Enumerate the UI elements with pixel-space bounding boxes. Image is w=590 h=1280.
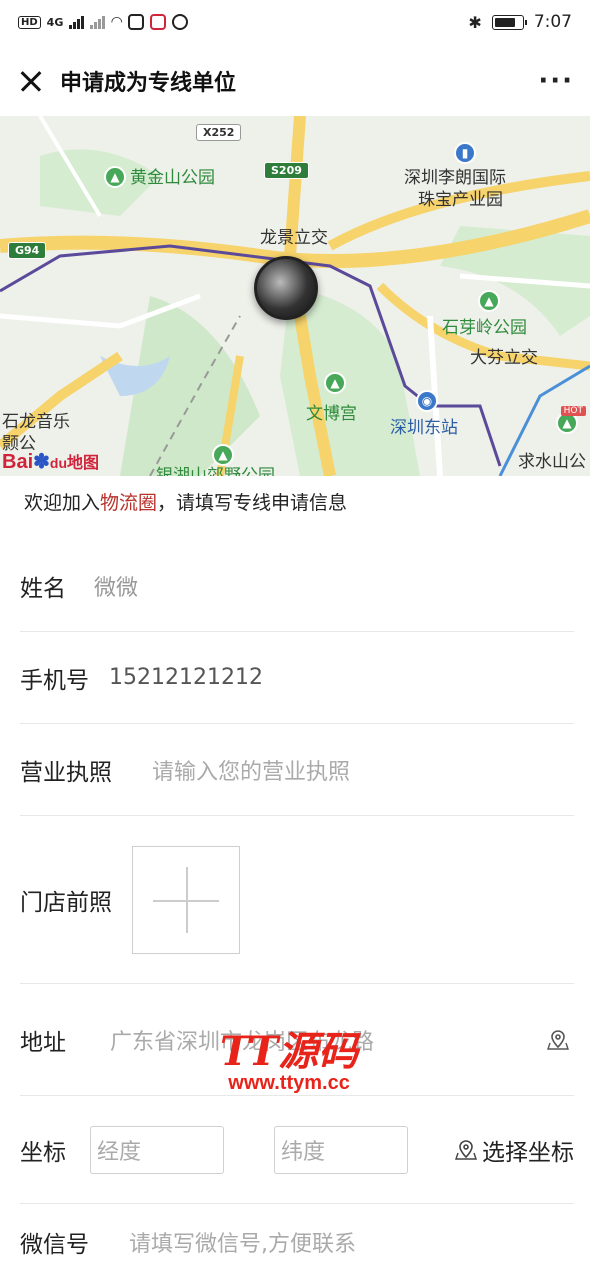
chat-notification-icon	[172, 14, 189, 30]
baidu-paw-icon: ✽	[33, 451, 50, 473]
phone-input[interactable]: 15212121212	[109, 665, 263, 690]
store-photo-row: 门店前照	[20, 816, 574, 984]
map-label-lilang-2: 珠宝产业园	[418, 190, 503, 210]
baidu-logo-du: du	[49, 455, 67, 471]
map-label-shenzhen-east: 深圳东站	[390, 418, 458, 438]
map-label-shilong: 石龙音乐	[2, 412, 70, 432]
road-sign-x252: X252	[196, 124, 242, 141]
intro-text: 欢迎加入物流圈，请填写专线申请信息	[24, 488, 347, 515]
road-sign-g94: G94	[8, 242, 47, 259]
app-notification-icon	[128, 14, 145, 30]
location-pin-icon	[455, 1139, 477, 1160]
map-label-yinhu: 银湖山郊野公园	[156, 466, 275, 476]
coord-label: 坐标	[20, 1139, 66, 1166]
map-label-dafen: 大芬立交	[470, 348, 538, 368]
wechat-row: 微信号 请填写微信号,方便联系	[20, 1204, 574, 1280]
baidu-logo-map: 地图	[67, 455, 100, 472]
watermark-logo: TT源码	[220, 1028, 359, 1075]
choose-coord-button[interactable]: 选择坐标	[454, 1133, 574, 1167]
status-bar: HD 4G ◠ ✱ 7:07	[0, 0, 590, 44]
license-input[interactable]: 请输入您的营业执照	[152, 754, 350, 786]
hd-icon: HD	[18, 15, 41, 29]
coord-row: 坐标 经度 纬度 选择坐标	[20, 1096, 574, 1204]
add-photo-button[interactable]	[132, 845, 240, 954]
map-label-wenbo: 文博宫	[306, 404, 357, 424]
park-poi-icon: ▲	[104, 166, 126, 188]
phone-row: 手机号 15212121212	[20, 632, 574, 724]
wechat-input[interactable]: 请填写微信号,方便联系	[129, 1226, 356, 1258]
bluetooth-icon: ✱	[468, 12, 482, 32]
intro-highlight-link[interactable]: 物流圈	[100, 492, 157, 514]
choose-coord-label: 选择坐标	[482, 1139, 574, 1166]
baidu-logo-text: Bai	[2, 451, 34, 473]
latitude-input[interactable]: 纬度	[274, 1125, 408, 1174]
map-label-shiyaling: 石芽岭公园	[442, 318, 527, 338]
license-row: 营业执照 请输入您的营业执照	[20, 724, 574, 816]
battery-icon	[491, 14, 527, 30]
map-location-icon[interactable]	[546, 1028, 570, 1052]
status-time: 7:07	[533, 12, 572, 32]
name-input[interactable]: 微微	[94, 570, 138, 602]
road-sign-s209: S209	[264, 162, 309, 179]
park-poi-icon: ▲	[324, 372, 346, 394]
map-view[interactable]: X252 S209 G94 ▲ 黄金山公园 ▮ 深圳李朗国际 珠宝产业园 龙景立…	[0, 116, 590, 476]
name-row: 姓名 微微	[20, 540, 574, 632]
location-marker[interactable]	[254, 256, 318, 320]
watermark-url: www.ttym.cc	[228, 1072, 350, 1094]
intro-prefix: 欢迎加入	[24, 492, 101, 514]
close-icon[interactable]	[16, 66, 46, 96]
nav-bar: 申请成为专线单位 ···	[0, 44, 590, 118]
app-red-icon	[150, 14, 167, 30]
baidu-map-logo: Bai✽du地图	[2, 449, 99, 474]
license-label: 营业执照	[20, 759, 112, 786]
network-type: 4G	[46, 15, 64, 29]
map-label-lilang: 深圳李朗国际	[404, 168, 506, 188]
map-label-qiushui: 求水山公	[518, 452, 586, 472]
store-photo-label: 门店前照	[20, 889, 112, 916]
park-poi-icon: ▲	[478, 290, 500, 312]
address-label: 地址	[20, 1029, 66, 1056]
more-options-icon[interactable]: ···	[538, 68, 574, 94]
station-poi-icon: ◉	[416, 390, 438, 412]
wifi-icon: ◠	[111, 14, 123, 30]
status-right: ✱ 7:07	[468, 12, 572, 32]
longitude-input[interactable]: 经度	[90, 1125, 224, 1174]
name-label: 姓名	[20, 575, 66, 602]
phone-label: 手机号	[20, 667, 89, 694]
building-poi-icon: ▮	[454, 142, 476, 164]
map-label-longjing: 龙景立交	[260, 228, 328, 248]
watermark: TT源码 www.ttym.cc	[220, 1032, 358, 1095]
signal-2-icon	[90, 15, 106, 29]
park-poi-icon: ▲	[212, 444, 234, 466]
intro-suffix: ，请填写专线申请信息	[157, 492, 348, 514]
hot-badge: HOT	[560, 406, 586, 416]
signal-icon	[69, 15, 85, 29]
page-title: 申请成为专线单位	[60, 71, 237, 96]
map-label-huangjinshan: 黄金山公园	[130, 168, 215, 188]
wechat-label: 微信号	[20, 1232, 89, 1258]
status-left: HD 4G ◠	[18, 14, 189, 30]
